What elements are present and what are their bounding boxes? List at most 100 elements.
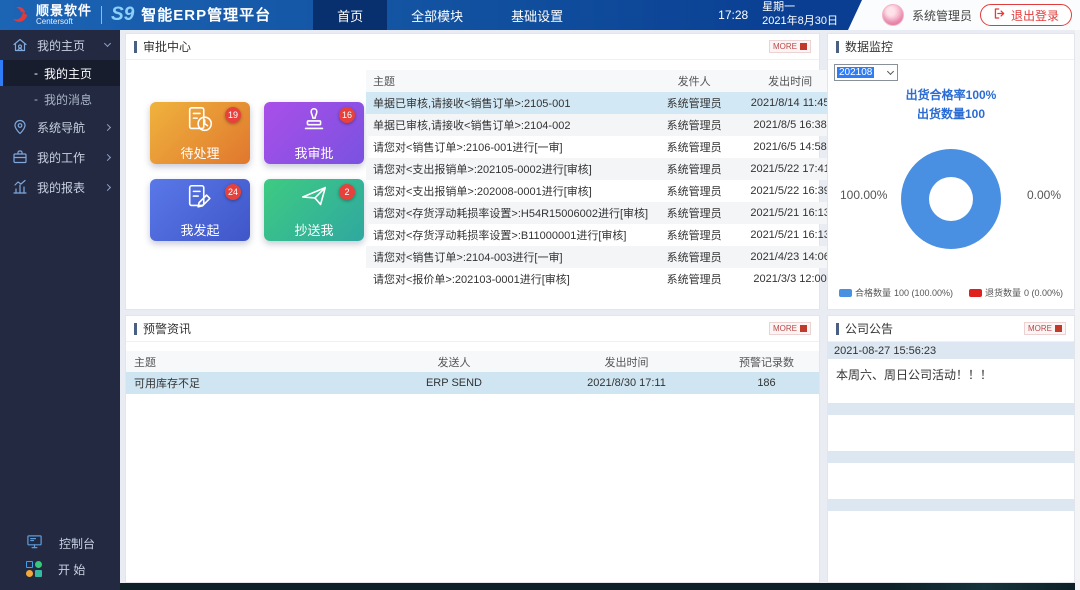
map-pin-icon [12, 119, 28, 135]
alerts-panel-header: 预警资讯 MORE [126, 316, 819, 342]
notices-panel: 公司公告 MORE 2021-08-27 15:56:23 本周六、周日公司活动… [827, 315, 1075, 583]
logout-button[interactable]: 退出登录 [980, 4, 1072, 26]
cell-sender: 系统管理员 [648, 271, 740, 287]
notice-text: 本周六、周日公司活动！！！ [836, 368, 992, 382]
tile-my-approvals[interactable]: 16 我审批 [264, 102, 364, 164]
more-icon [800, 325, 807, 332]
sidebar-subitem-my-home[interactable]: 我的主页 [0, 60, 120, 86]
user-avatar[interactable] [882, 4, 904, 26]
sidebar-item-my-work[interactable]: 我的工作 [0, 142, 120, 172]
tile-pending[interactable]: 19 待处理 [150, 102, 250, 164]
product-title: 智能ERP管理平台 [141, 4, 271, 25]
pending-doc-clock-icon [185, 105, 215, 140]
cell-subject: 请您对<存货浮动耗损率设置>:B11000001进行[审核] [366, 227, 648, 243]
donut-legend: 合格数量 100 (100.00%) 退货数量 0 (0.00%) [828, 286, 1074, 299]
alerts-more-button[interactable]: MORE [769, 322, 811, 335]
alerts-panel: 预警资讯 MORE 主题 发送人 发出时间 预警记录数 可用库存不足 ERP S… [125, 315, 820, 583]
nav-basic-settings[interactable]: 基础设置 [487, 0, 587, 30]
shipment-qty-text: 出货数量100 [828, 105, 1074, 124]
console-button[interactable]: 控制台 [0, 530, 120, 556]
table-row[interactable]: 请您对<报价单>:202103-0001进行[审核] 系统管理员 2021/3/… [366, 268, 840, 290]
notice-content-empty [828, 415, 1074, 445]
table-row[interactable]: 请您对<存货浮动耗损率设置>:H54R15006002进行[审核] 系统管理员 … [366, 202, 840, 224]
cell-sender: 系统管理员 [648, 95, 740, 111]
notice-content[interactable]: 本周六、周日公司活动！！！ [828, 359, 1074, 397]
sidebar-item-label: 系统导航 [37, 119, 85, 136]
table-row[interactable]: 请您对<销售订单>:2104-003进行[一审] 系统管理员 2021/4/23… [366, 246, 840, 268]
tile-my-initiated[interactable]: 24 我发起 [150, 179, 250, 241]
sidebar-item-my-home[interactable]: 我的主页 [0, 30, 120, 60]
table-row[interactable]: 请您对<存货浮动耗损率设置>:B11000001进行[审核] 系统管理员 202… [366, 224, 840, 246]
alerts-table: 主题 发送人 发出时间 预警记录数 可用库存不足 ERP SEND 2021/8… [126, 351, 819, 394]
page-scrollbar[interactable] [1075, 30, 1080, 590]
cell-time: 2021/4/23 14:06 [740, 251, 840, 263]
alert-row[interactable]: 可用库存不足 ERP SEND 2021/8/30 17:11 186 [126, 372, 819, 394]
nav-home[interactable]: 首页 [313, 0, 387, 30]
table-row[interactable]: 请您对<销售订单>:2106-001进行[一审] 系统管理员 2021/6/5 … [366, 136, 840, 158]
nav-all-modules[interactable]: 全部模块 [387, 0, 487, 30]
top-nav: 首页 全部模块 基础设置 [313, 0, 587, 30]
datebox: 星期一 2021年8月30日 [762, 1, 838, 29]
tile-cc-me[interactable]: 2 抄送我 [264, 179, 364, 241]
notice-time-text: 2021-08-27 15:56:23 [834, 345, 936, 357]
pending-badge: 19 [225, 107, 241, 123]
table-row[interactable]: 单据已审核,请接收<销售订单>:2104-002 系统管理员 2021/8/5 … [366, 114, 840, 136]
sidebar-subitem-my-messages[interactable]: 我的消息 [0, 86, 120, 112]
approval-more-button[interactable]: MORE [769, 40, 811, 53]
table-row[interactable]: 单据已审核,请接收<销售订单>:2105-001 系统管理员 2021/8/14… [366, 92, 840, 114]
console-label: 控制台 [59, 535, 95, 552]
logout-icon [993, 7, 1006, 23]
col-sender: 发送人 [369, 354, 539, 370]
approval-tiles: 19 待处理 16 [126, 60, 364, 308]
more-icon [1055, 325, 1062, 332]
cell-sender: 系统管理员 [648, 183, 740, 199]
bottom-status-bar [120, 583, 1080, 590]
stamp-icon [299, 105, 329, 140]
table-row[interactable]: 请您对<支出报销单>:202008-0001进行[审核] 系统管理员 2021/… [366, 180, 840, 202]
period-value: 202108 [837, 67, 874, 78]
start-label: 开 始 [58, 561, 85, 578]
tile-label: 待处理 [180, 143, 219, 162]
doc-pencil-icon [185, 182, 215, 217]
cell-time: 2021/3/3 12:00 [740, 273, 840, 285]
col-time: 发出时间 [740, 73, 840, 89]
pass-rate-text: 出货合格率100% [828, 86, 1074, 105]
col-subject: 主题 [126, 354, 369, 370]
app-root: 顺景软件 Centersoft S9 智能ERP管理平台 首页 全部模块 基础设… [0, 0, 1080, 590]
home-icon [12, 37, 28, 53]
brand-name-en: Centersoft [36, 18, 92, 26]
chevron-right-icon [104, 123, 111, 130]
cell-subject: 请您对<支出报销单>:202008-0001进行[审核] [366, 183, 648, 199]
legend-label: 退货数量 [985, 286, 1021, 299]
period-select[interactable]: 202108 [834, 64, 898, 81]
cell-subject: 请您对<存货浮动耗损率设置>:H54R15006002进行[审核] [366, 205, 648, 221]
sidebar-item-my-reports[interactable]: 我的报表 [0, 172, 120, 202]
notices-panel-header: 公司公告 MORE [828, 316, 1074, 342]
notices-more-button[interactable]: MORE [1024, 322, 1066, 335]
notices-panel-title: 公司公告 [836, 320, 893, 337]
notice-content-empty [828, 511, 1074, 573]
legend-pass: 合格数量 100 (100.00%) [839, 286, 953, 299]
more-label: MORE [773, 42, 797, 51]
table-row[interactable]: 请您对<支出报销单>:202105-0002进行[审核] 系统管理员 2021/… [366, 158, 840, 180]
topbar-user: 系统管理员 退出登录 [882, 0, 1072, 30]
chevron-down-icon [887, 67, 894, 74]
topbar-datetime: 17:28 星期一 2021年8月30日 [718, 1, 838, 29]
legend-value: 0 (0.00%) [1024, 288, 1063, 298]
donut-svg [878, 126, 1024, 272]
cell-time: 2021/8/14 11:45 [740, 97, 840, 109]
sidebar-item-system-nav[interactable]: 系统导航 [0, 112, 120, 142]
cell-subject: 单据已审核,请接收<销售订单>:2105-001 [366, 95, 648, 111]
start-button[interactable]: 开 始 [0, 556, 120, 582]
tile-label: 我发起 [180, 220, 219, 239]
sidebar-subitem-label: 我的主页 [44, 65, 92, 82]
cell-subject: 单据已审核,请接收<销售订单>:2104-002 [366, 117, 648, 133]
cell-sender: ERP SEND [369, 377, 539, 389]
date: 2021年8月30日 [762, 15, 838, 29]
sidebar-item-label: 我的主页 [37, 37, 85, 54]
notice-timestamp-empty [828, 499, 1074, 511]
cell-time: 2021/5/22 16:39 [740, 185, 840, 197]
monitor-body: 202108 出货合格率100% 出货数量100 100.00% 0.00% [828, 60, 1074, 308]
centersoft-logo-icon [8, 4, 32, 26]
approval-panel-header: 审批中心 MORE [126, 34, 819, 60]
